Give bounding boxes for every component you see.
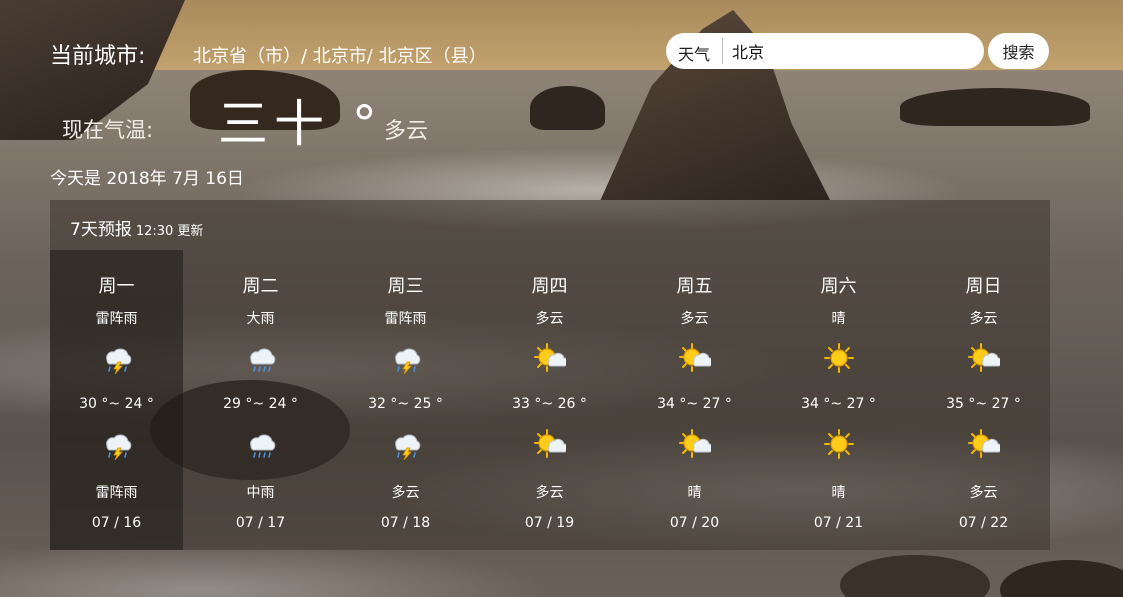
sun-icon: [823, 428, 855, 460]
day-name: 周二: [242, 276, 279, 297]
city-path[interactable]: 北京省（市）/ 北京市/ 北京区（县）: [193, 42, 487, 68]
day-name: 周四: [531, 276, 568, 297]
forecast-day-6[interactable]: 周日多云 35 °~ 27 ° 多云 07 / 22: [917, 250, 1050, 550]
forecast-day-4[interactable]: 周五多云 34 °~ 27 ° 晴 07 / 20: [628, 250, 761, 550]
current-temp-value: 三十 °: [218, 95, 383, 153]
rain-icon: [245, 428, 277, 460]
search-prefix-label: 天气: [678, 45, 711, 64]
temp-range: 32 °~ 25 °: [368, 396, 443, 412]
day-weather: 晴: [831, 311, 846, 327]
day-name: 周一: [98, 276, 135, 297]
partly-cloudy-icon: [967, 428, 1000, 460]
day-weather: 大雨: [246, 311, 275, 327]
forecast-day-2[interactable]: 周三雷阵雨 32 °~ 25 ° 多云 07 / 18: [339, 250, 472, 550]
night-weather: 晴: [831, 485, 846, 501]
forecast-day-0[interactable]: 周一雷阵雨 30 °~ 24 ° 雷阵雨 07 / 16: [50, 250, 183, 550]
temp-range: 29 °~ 24 °: [223, 396, 298, 412]
night-weather: 晴: [687, 485, 702, 501]
night-weather: 雷阵雨: [95, 485, 138, 501]
day-name: 周三: [387, 276, 424, 297]
partly-cloudy-icon: [678, 428, 711, 460]
day-date: 07 / 17: [235, 515, 286, 531]
current-temp-label: 现在气温:: [62, 118, 154, 142]
day-date: 07 / 18: [380, 515, 431, 531]
background-rock: [900, 88, 1090, 126]
search-box: 天气: [666, 33, 984, 69]
search-button[interactable]: 搜索: [988, 33, 1049, 69]
day-name: 周日: [965, 276, 1002, 297]
background-rock: [530, 86, 605, 130]
day-weather: 雷阵雨: [384, 311, 427, 327]
forecast-day-5[interactable]: 周六晴 34 °~ 27 ° 晴 07 / 21: [772, 250, 905, 550]
thunderstorm-icon: [390, 428, 422, 460]
day-date: 07 / 20: [669, 515, 720, 531]
temp-range: 35 °~ 27 °: [946, 396, 1021, 412]
current-city-label: 当前城市:: [50, 44, 146, 69]
thunderstorm-icon: [101, 428, 133, 460]
day-date: 07 / 19: [524, 515, 575, 531]
partly-cloudy-icon: [533, 428, 566, 460]
forecast-day-1[interactable]: 周二大雨 29 °~ 24 ° 中雨 07 / 17: [194, 250, 327, 550]
thunderstorm-icon: [101, 342, 133, 374]
forecast-day-3[interactable]: 周四多云 33 °~ 26 ° 多云 07 / 19: [483, 250, 616, 550]
sun-icon: [823, 342, 855, 374]
search-input[interactable]: [732, 37, 972, 65]
day-date: 07 / 21: [813, 515, 864, 531]
forecast-title-text: 7天预报: [70, 220, 132, 240]
day-date: 07 / 16: [91, 515, 142, 531]
temp-range: 33 °~ 26 °: [512, 396, 587, 412]
night-weather: 多云: [969, 485, 998, 501]
partly-cloudy-icon: [967, 342, 1000, 374]
day-weather: 多云: [969, 311, 998, 327]
forecast-days: 周一雷阵雨 30 °~ 24 ° 雷阵雨 07 / 16 周二大雨 29 °~ 24 ° 中…: [50, 250, 1050, 550]
current-condition: 多云: [384, 119, 429, 144]
temp-range: 30 °~ 24 °: [79, 396, 154, 412]
day-date: 07 / 22: [958, 515, 1009, 531]
partly-cloudy-icon: [678, 342, 711, 374]
day-weather: 雷阵雨: [95, 311, 138, 327]
partly-cloudy-icon: [533, 342, 566, 374]
rain-icon: [245, 342, 277, 374]
day-name: 周六: [820, 276, 857, 297]
day-name: 周五: [676, 276, 713, 297]
forecast-title: 7天预报 12:30 更新: [70, 215, 203, 240]
forecast-panel: 7天预报 12:30 更新 周一雷阵雨 30 °~ 24 ° 雷阵雨 07 / 16 周二…: [50, 200, 1050, 550]
day-weather: 多云: [535, 311, 564, 327]
night-weather: 多云: [535, 485, 564, 501]
temp-range: 34 °~ 27 °: [801, 396, 876, 412]
temp-range: 34 °~ 27 °: [657, 396, 732, 412]
search-divider: [722, 38, 723, 64]
forecast-updated-time: 12:30 更新: [135, 224, 204, 239]
thunderstorm-icon: [390, 342, 422, 374]
day-weather: 多云: [680, 311, 709, 327]
today-date: 今天是 2018年 7月 16日: [50, 169, 244, 189]
night-weather: 多云: [391, 485, 420, 501]
night-weather: 中雨: [246, 485, 275, 501]
